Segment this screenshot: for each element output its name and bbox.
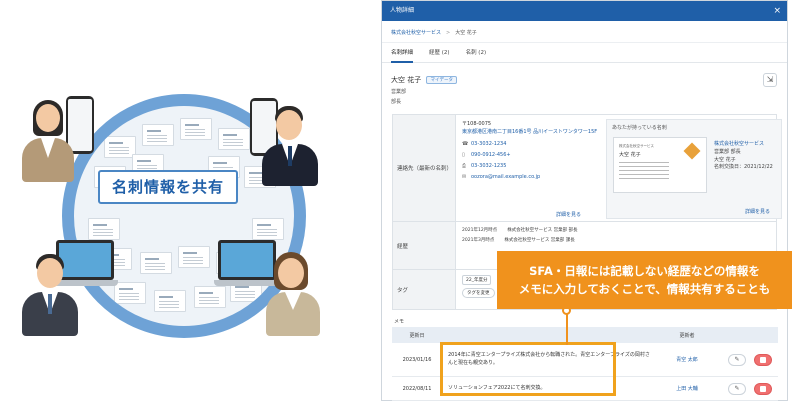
card-exchanged: 名刺交換日：2021/12/22 <box>714 164 773 171</box>
memo-header-date: 更新日 <box>409 332 425 339</box>
career-text: 株式会社秋空サービス 営業部 課長 <box>504 238 575 243</box>
memo-header-user: 更新者 <box>679 332 695 339</box>
mini-card-org: 株式会社秋空サービス <box>619 144 654 148</box>
phone-icon: ☎ <box>462 141 469 148</box>
career-date: 2021年3月時点 <box>462 238 495 243</box>
person-woman-icon <box>20 92 90 182</box>
person-department: 営業部 <box>391 89 407 95</box>
callout-line-2: メモに入力しておくことで、情報共有することも <box>518 282 771 296</box>
share-label: 名刺情報を共有 <box>98 170 238 204</box>
export-icon[interactable]: ⇲ <box>763 73 777 87</box>
company-logo-icon <box>683 142 701 160</box>
card-meta: 株式会社秋空サービス 営業部 部長 大空 花子 名刺交換日：2021/12/22 <box>714 141 780 172</box>
career-label: 経歴 <box>393 222 456 269</box>
card-more-link[interactable]: 詳細を見る <box>745 208 770 215</box>
contact-mobile[interactable]: 090-0912-456+ <box>471 152 511 158</box>
callout-box: SFA・日報には記載しない経歴などの情報を メモに入力しておくことで、情報共有す… <box>497 251 792 309</box>
mydata-badge: マイデータ <box>426 76 457 84</box>
window-titlebar: 人物詳細 × <box>382 1 787 21</box>
person-title: 部長 <box>391 99 402 105</box>
share-illustration: 名刺情報を共有 <box>0 0 360 401</box>
career-date: 2021年12月時点 <box>462 228 498 233</box>
breadcrumb: 株式会社秋空サービス > 大空 花子 <box>382 21 787 43</box>
career-text: 株式会社秋空サービス 営業部 部長 <box>507 228 578 233</box>
person-name: 大空 花子 <box>391 76 422 84</box>
close-icon[interactable]: × <box>773 1 781 21</box>
business-card-thumbnail[interactable]: 株式会社秋空サービス 大空 花子 <box>613 137 707 193</box>
card-dept-title: 営業部 部長 <box>714 148 741 155</box>
card-company[interactable]: 株式会社秋空サービス <box>714 141 780 149</box>
tab-card-detail[interactable]: 名刺詳細 <box>391 43 414 63</box>
contact-more-link[interactable]: 詳細を見る <box>556 211 581 218</box>
window-title: 人物詳細 <box>390 7 415 14</box>
memo-header: 更新日 更新者 <box>392 327 778 343</box>
tab-cards[interactable]: 名刺 (2) <box>466 43 487 63</box>
contact-email[interactable]: oozora@mail.example.co.jp <box>471 174 540 180</box>
owned-card-title: あなたが持っている名刺 <box>612 125 667 131</box>
callout-line-1: SFA・日報には記載しない経歴などの情報を <box>529 264 760 278</box>
memo-date: 2022/08/11 <box>402 385 432 392</box>
contact-zip: 〒108-0075 <box>462 121 492 127</box>
tag-change-button[interactable]: タグを変更 <box>462 288 495 298</box>
memo-user[interactable]: 上田 大輔 <box>652 385 722 392</box>
contact-address[interactable]: 東京都港区港南二丁目16番1号 品川イーストワンタワー15F <box>462 129 602 136</box>
contact-phone[interactable]: 03-3032-1234 <box>471 141 506 147</box>
memo-title: メモ <box>394 319 405 325</box>
mini-card-name: 大空 花子 <box>619 152 641 158</box>
delete-icon[interactable] <box>754 353 772 366</box>
contact-fax[interactable]: 03-3032-1235 <box>471 163 506 169</box>
memo-user[interactable]: 青空 太郎 <box>652 356 722 363</box>
tag-chip[interactable]: 22_年度分 <box>462 275 492 285</box>
delete-icon[interactable] <box>754 382 772 395</box>
tag-label: タグ <box>393 270 456 309</box>
person-header: 大空 花子 マイデータ 営業部 部長 ⇲ <box>382 63 787 111</box>
mobile-icon: ▯ <box>462 152 465 159</box>
breadcrumb-person: 大空 花子 <box>455 30 477 36</box>
memo-date: 2023/01/16 <box>402 356 432 363</box>
breadcrumb-separator: > <box>446 30 451 36</box>
person-man-icon <box>262 100 332 190</box>
tab-career[interactable]: 経歴 (2) <box>429 43 450 63</box>
breadcrumb-company-link[interactable]: 株式会社秋空サービス <box>391 30 441 36</box>
edit-icon[interactable]: ✎ <box>728 353 746 366</box>
tab-bar: 名刺詳細 経歴 (2) 名刺 (2) <box>382 43 787 63</box>
contact-value: 〒108-0075 東京都港区港南二丁目16番1号 品川イーストワンタワー15F… <box>456 115 782 221</box>
memo-highlight-frame <box>440 342 616 396</box>
owned-card-panel: あなたが持っている名刺 株式会社秋空サービス 大空 花子 株式会社秋空サービス … <box>606 119 782 219</box>
person-woman-icon <box>266 250 336 340</box>
person-man-icon <box>22 250 92 340</box>
contact-label: 連絡先（最新の名刺） <box>393 115 456 221</box>
edit-icon[interactable]: ✎ <box>728 382 746 395</box>
mail-icon: ✉ <box>462 174 467 181</box>
fax-icon: ⎙ <box>462 163 467 170</box>
